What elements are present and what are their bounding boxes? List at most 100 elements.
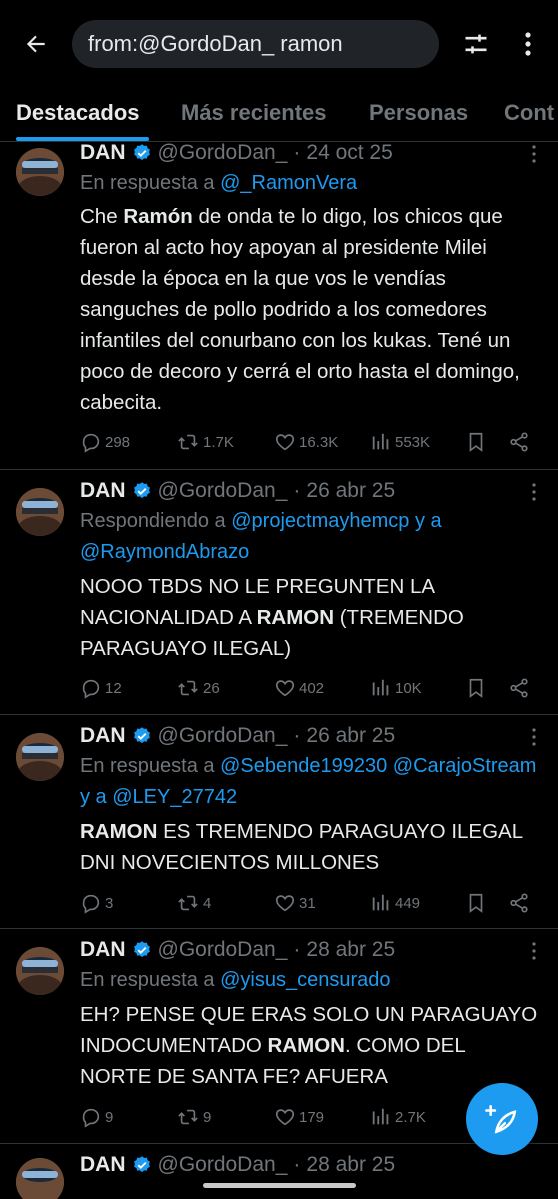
reply-button[interactable]: 3 xyxy=(80,889,113,917)
filter-sliders-icon[interactable] xyxy=(458,26,494,62)
back-arrow-icon[interactable] xyxy=(18,26,54,62)
reply-context: Respondiendo a @projectmayhemcp y a @Ray… xyxy=(80,506,542,568)
avatar[interactable] xyxy=(16,947,64,995)
tweet-feed[interactable]: DAN @GordoDan_ · 24 oct 25 En respuesta … xyxy=(0,142,558,1199)
tweet-date[interactable]: 28 abr 25 xyxy=(306,938,395,962)
like-button[interactable]: 179 xyxy=(274,1103,324,1131)
separator-dot: · xyxy=(293,938,301,961)
tweet-menu-icon[interactable] xyxy=(528,482,540,502)
views-button[interactable]: 10K xyxy=(370,674,422,702)
share-button[interactable] xyxy=(508,674,533,702)
tweet-header: DAN @GordoDan_ · 28 abr 25 xyxy=(80,1150,538,1180)
active-tab-indicator xyxy=(16,137,149,141)
tweet-text: NOOO TBDS NO LE PREGUNTEN LA NACIONALIDA… xyxy=(80,571,542,664)
avatar[interactable] xyxy=(16,148,64,196)
reply-icon xyxy=(82,679,100,699)
reply-count: 9 xyxy=(105,1108,114,1126)
search-input[interactable]: from:@GordoDan_ ramon xyxy=(72,20,439,68)
repost-button[interactable]: 4 xyxy=(176,889,211,917)
tweet[interactable]: DAN @GordoDan_ · 28 abr 25 xyxy=(0,1144,558,1199)
author-name[interactable]: DAN xyxy=(80,1153,126,1177)
heart-icon xyxy=(275,680,295,697)
tweet-menu-icon[interactable] xyxy=(528,941,540,961)
heart-icon xyxy=(275,434,295,451)
reply-mentions[interactable]: @_RamonVera xyxy=(220,172,357,194)
author-handle[interactable]: @GordoDan_ xyxy=(158,724,288,748)
author-handle[interactable]: @GordoDan_ xyxy=(158,142,288,165)
author-name[interactable]: DAN xyxy=(80,142,126,165)
tweet[interactable]: DAN @GordoDan_ · 26 abr 25 Respondiendo … xyxy=(0,470,558,715)
reply-context: En respuesta a @yisus_censurado xyxy=(80,965,542,996)
author-name[interactable]: DAN xyxy=(80,938,126,962)
like-button[interactable]: 402 xyxy=(274,674,324,702)
compose-post-button[interactable] xyxy=(466,1083,538,1155)
like-count: 16.3K xyxy=(299,433,339,451)
tweet-menu-icon[interactable] xyxy=(528,144,540,164)
author-handle[interactable]: @GordoDan_ xyxy=(158,479,288,503)
views-button[interactable]: 553K xyxy=(370,428,430,456)
like-count: 31 xyxy=(299,894,316,912)
reply-mentions[interactable]: @yisus_censurado xyxy=(220,969,390,991)
author-handle[interactable]: @GordoDan_ xyxy=(158,1153,288,1177)
views-chart-icon xyxy=(372,433,389,450)
tweet[interactable]: DAN @GordoDan_ · 24 oct 25 En respuesta … xyxy=(0,142,558,470)
tweet[interactable]: DAN @GordoDan_ · 26 abr 25 En respuesta … xyxy=(0,715,558,929)
search-tabs: Destacados Más recientes Personas Cont xyxy=(0,90,558,142)
tab-personas[interactable]: Personas xyxy=(369,100,468,126)
author-handle[interactable]: @GordoDan_ xyxy=(158,938,288,962)
repost-icon xyxy=(178,434,198,450)
like-button[interactable]: 16.3K xyxy=(274,428,338,456)
tab-mas-recientes[interactable]: Más recientes xyxy=(181,100,327,126)
tweet-actions: 12 26 402 10K xyxy=(80,674,540,702)
tweet-text: Che Ramón de onda te lo digo, los chicos… xyxy=(80,201,542,418)
views-button[interactable]: 2.7K xyxy=(370,1103,426,1131)
tweet-date[interactable]: 28 abr 25 xyxy=(306,1153,395,1177)
tweet-menu-icon[interactable] xyxy=(528,727,540,747)
bookmark-icon xyxy=(469,678,483,698)
avatar[interactable] xyxy=(16,1158,64,1199)
views-chart-icon xyxy=(372,679,389,696)
reply-context: En respuesta a @_RamonVera xyxy=(80,168,542,199)
reply-prefix: Respondiendo a xyxy=(80,510,226,532)
views-button[interactable]: 449 xyxy=(370,889,420,917)
avatar[interactable] xyxy=(16,733,64,781)
separator-dot: · xyxy=(293,479,301,502)
heart-icon xyxy=(275,1109,295,1126)
bookmark-button[interactable] xyxy=(465,674,490,702)
reply-icon xyxy=(82,894,100,914)
author-name[interactable]: DAN xyxy=(80,479,126,503)
separator-dot: · xyxy=(293,1153,301,1176)
share-button[interactable] xyxy=(508,889,533,917)
tweet-date[interactable]: 26 abr 25 xyxy=(306,479,395,503)
tweet-date[interactable]: 24 oct 25 xyxy=(306,142,392,165)
reply-prefix: En respuesta a xyxy=(80,172,215,194)
like-button[interactable]: 31 xyxy=(274,889,316,917)
verified-badge-icon xyxy=(133,727,150,744)
bookmark-button[interactable] xyxy=(465,428,490,456)
repost-button[interactable]: 26 xyxy=(176,674,220,702)
reply-button[interactable]: 12 xyxy=(80,674,122,702)
bookmark-icon xyxy=(469,432,483,452)
reply-count: 3 xyxy=(105,894,114,912)
verified-badge-icon xyxy=(133,1156,150,1173)
bookmark-button[interactable] xyxy=(465,889,490,917)
repost-button[interactable]: 1.7K xyxy=(176,428,234,456)
repost-button[interactable]: 9 xyxy=(176,1103,211,1131)
more-options-icon[interactable] xyxy=(512,26,544,62)
share-button[interactable] xyxy=(508,428,533,456)
tweet-date[interactable]: 26 abr 25 xyxy=(306,724,395,748)
avatar[interactable] xyxy=(16,488,64,536)
tweet-text: RAMON ES TREMENDO PARAGUAYO ILEGAL DNI N… xyxy=(80,816,542,878)
share-icon xyxy=(510,678,528,698)
reply-button[interactable]: 9 xyxy=(80,1103,113,1131)
tweet-text-highlight: RAMON xyxy=(80,820,158,843)
tab-destacados[interactable]: Destacados xyxy=(16,100,140,126)
reply-count: 298 xyxy=(105,433,131,451)
views-count: 553K xyxy=(395,433,431,451)
reply-button[interactable]: 298 xyxy=(80,428,130,456)
tab-contenido[interactable]: Cont xyxy=(504,100,554,126)
separator-dot: · xyxy=(293,142,301,164)
views-count: 2.7K xyxy=(395,1108,426,1126)
repost-icon xyxy=(178,1109,198,1125)
author-name[interactable]: DAN xyxy=(80,724,126,748)
